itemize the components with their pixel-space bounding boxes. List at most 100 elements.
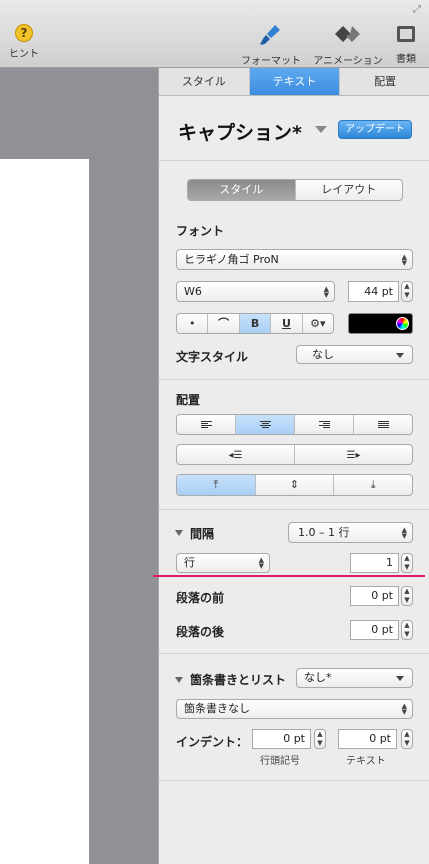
style-dropdown-caret-icon[interactable] [315,126,327,133]
align-right-button[interactable] [295,415,354,434]
tab-arrange[interactable]: 配置 [340,68,429,95]
divider [159,509,429,510]
bullet-indent-stepper[interactable]: ▲ ▼ [314,729,326,749]
fullscreen-arrows-icon[interactable]: ⤢ [413,4,421,15]
animation-button[interactable]: アニメーション [312,24,384,67]
tab-text[interactable]: テキスト [249,68,341,95]
diamonds-icon [335,26,360,42]
font-family-select[interactable]: ヒラギノ角ゴ ProN ▲ ▼ [176,249,413,270]
line-spacing-field[interactable]: 1 [350,553,399,573]
subtab-style[interactable]: スタイル [188,180,296,200]
gear-icon: ⚙▾ [310,317,326,330]
spacing-value: 1.0 – 1 行 [298,526,350,539]
divider [159,379,429,380]
bullet-indent-caption: 行頭記号 [260,756,300,767]
dot-icon: • [188,317,196,330]
question-icon: ? [15,24,33,42]
format-label: フォーマット [241,56,301,67]
align-justify-button[interactable] [354,415,412,434]
indent-icon: ☰▸ [346,450,361,461]
text-options-button[interactable]: ⚙▾ [303,314,333,333]
align-left-button[interactable] [177,415,236,434]
toolbar: ? ヒント フォーマット アニメーション 書類 ⤢ [0,0,429,68]
bullet-type-value: 箇条書きなし [184,702,250,715]
document-label: 書類 [396,54,416,65]
spacing-label: 間隔 [190,527,215,541]
highlight-line [153,575,425,577]
character-style-select[interactable]: なし [296,345,413,364]
space-before-stepper[interactable]: ▲ ▼ [401,586,413,606]
font-section-label: フォント [176,224,225,238]
list-style-value: なし* [304,671,332,684]
disclosure-triangle-icon[interactable] [175,530,183,536]
text-indent-field[interactable]: 0 pt [338,729,397,749]
divider [159,653,429,654]
curve-icon: ⌒ [218,317,230,330]
paragraph-style-name[interactable]: キャプション* [178,118,302,145]
bold-button[interactable]: B [239,314,272,333]
vertical-alignment-buttons: ⤒ ⇕ ⤓ [176,474,413,496]
bullet-indent-field[interactable]: 0 pt [252,729,311,749]
align-justify-icon [377,420,389,430]
alignment-label: 配置 [176,393,201,407]
decrease-indent-button[interactable]: ◂☰ [177,445,295,464]
align-bottom-button[interactable]: ⤓ [334,475,412,495]
bullets-lists-label: 箇条書きとリスト [190,673,287,687]
updown-arrows-icon: ▲ ▼ [401,252,407,267]
space-before-label: 段落の前 [176,591,225,605]
character-style-label: 文字スタイル [176,350,249,364]
updown-arrows-icon: ▲ ▼ [401,525,407,540]
align-middle-icon: ⇕ [289,478,300,491]
shadow-style-button[interactable]: ⌒ [208,314,240,333]
updown-arrows-icon: ▲ ▼ [401,702,407,716]
text-indent-caption: テキスト [346,756,386,767]
divider [159,780,429,781]
align-center-icon [259,420,271,430]
outdent-icon: ◂☰ [228,450,243,461]
slide-canvas[interactable] [0,159,89,864]
hint-button[interactable]: ? ヒント [8,24,40,60]
spacing-select[interactable]: 1.0 – 1 行 ▲ ▼ [288,522,413,543]
indent-buttons: ◂☰ ☰▸ [176,444,413,465]
list-style-select[interactable]: なし* [296,668,413,688]
animation-label: アニメーション [313,56,383,67]
updown-arrows-icon: ▲ ▼ [258,556,264,570]
font-weight-select[interactable]: W6 ▲ ▼ [176,281,335,302]
bullet-type-select[interactable]: 箇条書きなし ▲ ▼ [176,699,413,719]
update-style-button[interactable]: アップデート [338,120,412,139]
more-style-button[interactable]: • [177,314,209,333]
text-subtabs: スタイル レイアウト [187,179,403,201]
chevron-down-icon [396,676,404,681]
increase-indent-button[interactable]: ☰▸ [295,445,412,464]
line-spacing-stepper[interactable]: ▲ ▼ [401,553,413,573]
indent-label: インデント： [176,735,249,749]
chevron-down-icon [396,352,404,358]
tab-style[interactable]: スタイル [159,68,250,95]
align-center-button[interactable] [236,415,295,434]
align-left-icon [200,420,212,430]
document-button[interactable]: 書類 [392,24,420,65]
space-after-field[interactable]: 0 pt [350,620,399,640]
align-top-button[interactable]: ⤒ [177,475,256,495]
align-bottom-icon: ⤓ [370,478,376,491]
paintbrush-icon [260,25,280,45]
text-indent-stepper[interactable]: ▲ ▼ [401,729,413,749]
align-top-icon: ⤒ [213,478,219,491]
text-style-buttons: • ⌒ B U ⚙▾ [176,313,334,334]
font-size-field[interactable]: 44 pt [348,281,399,302]
hint-label: ヒント [9,49,39,60]
align-middle-button[interactable]: ⇕ [256,475,335,495]
space-after-stepper[interactable]: ▲ ▼ [401,620,413,640]
line-spacing-mode-select[interactable]: 行 ▲ ▼ [176,553,270,573]
updown-arrows-icon: ▲ ▼ [323,284,329,299]
subtab-layout[interactable]: レイアウト [296,180,403,200]
inspector-tabs: スタイル テキスト 配置 [159,68,429,96]
format-button[interactable]: フォーマット [240,24,302,67]
text-color-well[interactable] [348,313,413,334]
disclosure-triangle-icon[interactable] [175,677,183,683]
divider [159,160,429,161]
color-wheel-icon[interactable] [396,317,409,330]
space-before-field[interactable]: 0 pt [350,586,399,606]
underline-button[interactable]: U [271,314,303,333]
font-size-stepper[interactable]: ▲ ▼ [401,281,413,302]
